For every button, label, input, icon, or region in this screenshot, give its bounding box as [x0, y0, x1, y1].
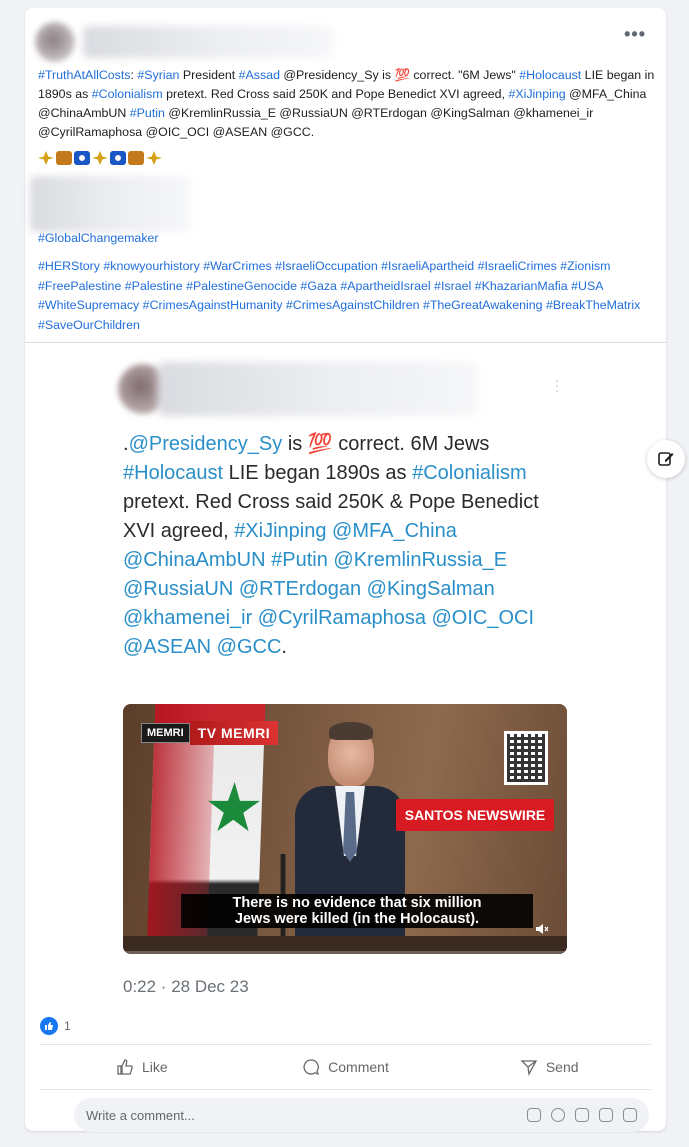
tweet-timestamp: 0:22 · 28 Dec 23 [123, 977, 249, 996]
tweet-more-icon: · · · [554, 372, 560, 398]
post-body-text: #TruthAtAllCosts: #Syrian President #Ass… [38, 66, 658, 142]
nazar-eye-icon [110, 151, 126, 165]
post-hashtag-link[interactable]: #Putin [130, 106, 165, 120]
tweet-author-redacted [158, 362, 478, 416]
reaction-count: 1 [64, 1019, 71, 1033]
mute-icon[interactable] [535, 922, 549, 936]
author-avatar[interactable] [35, 22, 75, 62]
embedded-tweet[interactable]: · · · . @Presidency_Sy is 💯 correct. 6M Jew… [118, 348, 578, 1008]
global-changemaker-tag[interactable]: #GlobalChangemaker [38, 231, 159, 245]
tweet-text: . @Presidency_Sy is 💯 correct. 6M Jews #H… [123, 430, 573, 662]
comment-input[interactable] [86, 1107, 527, 1123]
avatar-sticker-icon[interactable] [527, 1108, 541, 1122]
post-hashtag-link[interactable]: #TruthAtAllCosts [38, 68, 131, 82]
send-icon [520, 1060, 537, 1076]
tweet-hashtag-link[interactable]: #Colonialism [412, 462, 527, 484]
emoji-row [38, 151, 162, 165]
tweet-hashtag-link[interactable]: #Holocaust [123, 462, 223, 484]
tweet-hashtag-link[interactable]: @Presidency_Sy [129, 433, 283, 455]
comment-icon [303, 1059, 320, 1076]
memri-logo: MEMRI TV MEMRI [141, 719, 279, 747]
post-text-segment: President [179, 68, 239, 82]
comment-tools [527, 1108, 637, 1122]
like-icon [117, 1059, 133, 1075]
divider [25, 342, 666, 343]
action-bar: Like Comment Send [40, 1044, 651, 1090]
tweet-text-segment: LIE began 1890s as [223, 462, 413, 484]
post-options-button[interactable]: ••• [624, 24, 646, 45]
gif-icon[interactable] [599, 1108, 613, 1122]
author-name-redacted [83, 26, 333, 58]
post-hashtag-link[interactable]: #Assad [239, 68, 280, 82]
fleur-icon [38, 151, 54, 165]
redacted-block [30, 176, 190, 232]
post-text-segment: @Presidency_Sy is 💯 correct. "6M Jews" [279, 68, 520, 82]
reaction-summary[interactable]: 1 [40, 1017, 71, 1035]
send-button[interactable]: Send [447, 1045, 651, 1089]
post-hashtag-link[interactable]: #Colonialism [92, 87, 163, 101]
tweet-text-segment: is 💯 correct. 6M Jews [282, 433, 490, 455]
post-hashtag-link[interactable]: #Syrian [137, 68, 179, 82]
emoji-icon[interactable] [551, 1108, 565, 1122]
post-hashtag-link[interactable]: #XiJinping [508, 87, 565, 101]
sticker-icon[interactable] [623, 1108, 637, 1122]
comment-box[interactable] [74, 1098, 649, 1132]
post-text-segment: pretext. Red Cross said 250K and Pope Be… [162, 87, 509, 101]
tweet-text-segment: . [281, 636, 287, 658]
star-icon [206, 782, 262, 836]
fleur-icon [146, 151, 162, 165]
nazar-eye-icon [74, 151, 90, 165]
thumbs-up-icon [40, 1017, 58, 1035]
qr-code [504, 731, 548, 785]
video-subtitle: There is no evidence that six million Je… [181, 894, 533, 928]
santos-newswire-label: SANTOS NEWSWIRE [396, 799, 554, 831]
hashtag-list[interactable]: #HERStory #knowyourhistory #WarCrimes #I… [38, 257, 658, 335]
video-progress-bar[interactable] [123, 951, 567, 954]
butterfly-icon [128, 151, 144, 165]
like-button[interactable]: Like [40, 1045, 244, 1089]
butterfly-icon [56, 151, 72, 165]
comment-button[interactable]: Comment [244, 1045, 448, 1089]
post-card: ••• #TruthAtAllCosts: #Syrian President … [25, 8, 666, 1132]
new-post-button[interactable] [647, 440, 685, 478]
edit-icon [658, 452, 674, 466]
video-player[interactable]: MEMRI TV MEMRI SANTOS NEWSWIRE There is … [123, 704, 567, 954]
fleur-icon [92, 151, 108, 165]
camera-icon[interactable] [575, 1108, 589, 1122]
post-hashtag-link[interactable]: #Holocaust [519, 68, 581, 82]
